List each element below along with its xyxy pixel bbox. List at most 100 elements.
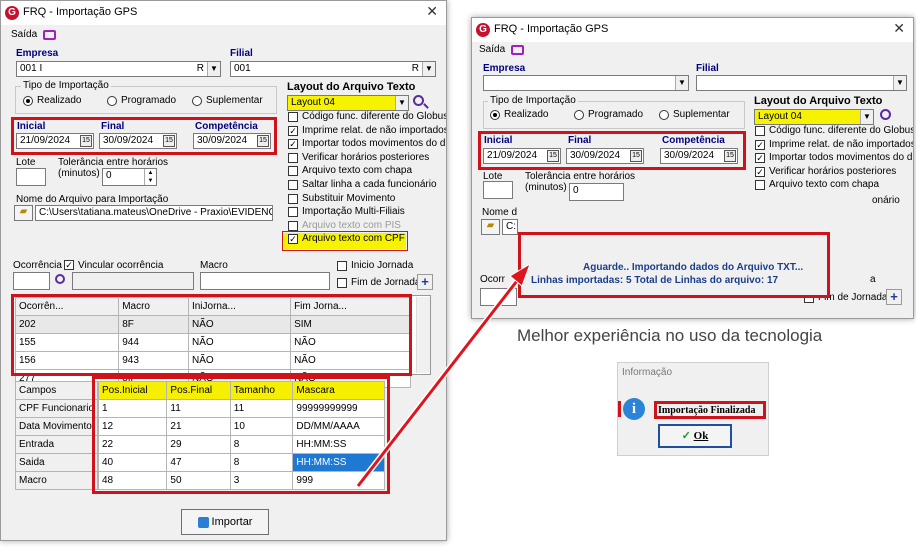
main-import-window: G FRQ - Importação GPS ✕ Saída Empresa 0… xyxy=(0,0,447,541)
filial-combo[interactable]: 001 R ▼ xyxy=(230,61,436,77)
add-button[interactable]: + xyxy=(417,274,433,290)
option-checkbox[interactable] xyxy=(755,180,765,191)
inicio-jornada-checkbox[interactable] xyxy=(337,261,347,271)
competencia-date-value: 30/09/2024 xyxy=(197,135,248,146)
radio-suplementar[interactable] xyxy=(192,96,202,106)
vincular-checkbox[interactable]: ✓ xyxy=(64,260,74,270)
macro-input[interactable] xyxy=(200,272,330,290)
close-icon[interactable]: ✕ xyxy=(893,20,905,37)
option-checkbox[interactable] xyxy=(755,126,765,136)
radio-programado[interactable] xyxy=(107,96,117,106)
table-row[interactable]: Data Movimento xyxy=(14,417,99,436)
empresa-combo[interactable]: 001 I R ▼ xyxy=(16,61,221,77)
calendar-icon[interactable]: 15 xyxy=(163,135,175,147)
calendar-icon[interactable]: 15 xyxy=(724,150,736,162)
add-button[interactable]: + xyxy=(886,289,902,305)
spinner-arrows-icon[interactable]: ▲ ▼ xyxy=(144,169,156,185)
window-title: FRQ - Importação GPS xyxy=(494,23,609,35)
option-checkbox[interactable]: ✓ xyxy=(755,166,765,177)
calendar-icon[interactable]: 15 xyxy=(630,150,642,162)
scrollbar[interactable] xyxy=(416,297,430,373)
calendar-icon[interactable]: 15 xyxy=(80,135,92,147)
nome-arquivo-label: Nome d xyxy=(482,207,518,218)
filial-suffix: R xyxy=(411,63,419,74)
lote-input[interactable] xyxy=(16,168,46,186)
arquivo-input[interactable]: C: xyxy=(502,219,518,235)
table-row[interactable]: CPF Funcionario xyxy=(14,399,99,418)
inicial-label: Inicial xyxy=(17,121,46,132)
calendar-icon[interactable]: 15 xyxy=(547,150,559,162)
option-checkbox[interactable]: ✓ xyxy=(755,153,765,164)
inicial-date-input[interactable]: 21/09/2024 15 xyxy=(16,133,94,149)
final-label: Final xyxy=(101,121,125,132)
chevron-down-icon[interactable]: ▼ xyxy=(422,62,435,76)
monitor-icon[interactable] xyxy=(43,30,56,40)
tolerancia-input[interactable]: 0 xyxy=(569,183,624,201)
empresa-combo[interactable]: ▼ xyxy=(483,75,689,91)
chevron-down-icon[interactable]: ▼ xyxy=(675,76,688,90)
option-checkbox[interactable] xyxy=(288,193,298,204)
option-label: Verificar horários posteriores xyxy=(302,151,430,163)
final-date-input[interactable]: 30/09/2024 15 xyxy=(99,133,177,149)
chevron-down-icon[interactable]: ▼ xyxy=(207,62,220,76)
chevron-down-icon[interactable]: ▼ xyxy=(395,96,408,110)
table-row[interactable]: Macro xyxy=(14,471,99,490)
arquivo-input[interactable]: C:\Users\tatiana.mateus\OneDrive - Praxi… xyxy=(35,205,273,221)
calendar-icon[interactable]: 15 xyxy=(257,135,269,147)
table-row[interactable]: Saida xyxy=(14,453,99,472)
folder-open-icon[interactable]: ▰ xyxy=(14,205,33,221)
option-checkbox[interactable]: ✓ xyxy=(288,139,298,150)
competencia-date-input[interactable]: 30/09/2024 15 xyxy=(193,133,271,149)
option-checkbox[interactable] xyxy=(288,207,298,218)
inicial-label: Inicial xyxy=(484,135,513,146)
radio-programado[interactable] xyxy=(574,110,584,120)
option-checkbox[interactable] xyxy=(288,152,298,163)
layout-combo[interactable]: Layout 04 ▼ xyxy=(287,95,409,111)
grid-cell: Macro xyxy=(14,471,99,490)
menu-saida[interactable]: Saída xyxy=(479,44,505,55)
option-label: Verificar horários posteriores xyxy=(769,165,897,177)
table-row[interactable]: Entrada xyxy=(14,435,99,454)
ok-button[interactable]: ✓ Ok xyxy=(658,424,732,448)
radio-realizado[interactable] xyxy=(23,96,33,106)
layout-value: Layout 04 xyxy=(758,111,802,122)
search-icon[interactable] xyxy=(880,109,891,120)
ocorrencia-input[interactable] xyxy=(13,272,50,290)
option-checkbox[interactable]: ✓ xyxy=(755,139,765,150)
radio-suplementar[interactable] xyxy=(659,110,669,120)
option-checkbox[interactable]: ✓ xyxy=(288,234,298,245)
progress-line-1: Aguarde.. Importando dados do Arquivo TX… xyxy=(583,262,804,273)
lote-input[interactable] xyxy=(483,181,513,199)
option-label: Arquivo texto com PIS xyxy=(302,219,401,231)
option-checkbox[interactable] xyxy=(288,220,298,231)
fim-jornada-checkbox[interactable] xyxy=(337,278,347,288)
info-dialog: Informação i Importação Finalizada ✓ Ok xyxy=(617,362,769,456)
progress-panel: Aguarde.. Importando dados do Arquivo TX… xyxy=(518,232,830,298)
minutos-label: (minutos) xyxy=(525,182,567,193)
monitor-icon[interactable] xyxy=(511,45,524,55)
close-icon[interactable]: ✕ xyxy=(426,3,438,20)
final-date-input[interactable]: 30/09/2024 15 xyxy=(566,148,644,164)
competencia-date-input[interactable]: 30/09/2024 15 xyxy=(660,148,738,164)
option-checkbox[interactable] xyxy=(288,180,298,190)
inicial-date-value: 21/09/2024 xyxy=(20,135,71,146)
option-label: Código func. diferente do Globus xyxy=(302,111,447,122)
option-checkbox[interactable] xyxy=(288,112,298,122)
ocorrencia-input[interactable] xyxy=(480,288,517,306)
filial-combo[interactable]: ▼ xyxy=(696,75,907,91)
chevron-down-icon[interactable]: ▼ xyxy=(860,110,873,124)
menu-saida[interactable]: Saída xyxy=(11,29,37,40)
option-label: Importar todos movimentos do dia xyxy=(302,138,447,150)
inicial-date-input[interactable]: 21/09/2024 15 xyxy=(483,148,561,164)
importar-button[interactable]: Importar xyxy=(181,509,269,535)
chevron-down-icon[interactable]: ▼ xyxy=(893,76,906,90)
option-checkbox[interactable] xyxy=(288,166,298,177)
tolerancia-input[interactable]: 0 ▲ ▼ xyxy=(102,168,157,186)
grid-cell: Entrada xyxy=(14,435,99,454)
empresa-value: 001 I xyxy=(20,63,43,74)
option-checkbox[interactable]: ✓ xyxy=(288,125,298,136)
folder-open-icon[interactable]: ▰ xyxy=(481,219,500,235)
search-icon[interactable] xyxy=(55,274,65,284)
layout-combo[interactable]: Layout 04 ▼ xyxy=(754,109,874,125)
radio-realizado[interactable] xyxy=(490,110,500,120)
